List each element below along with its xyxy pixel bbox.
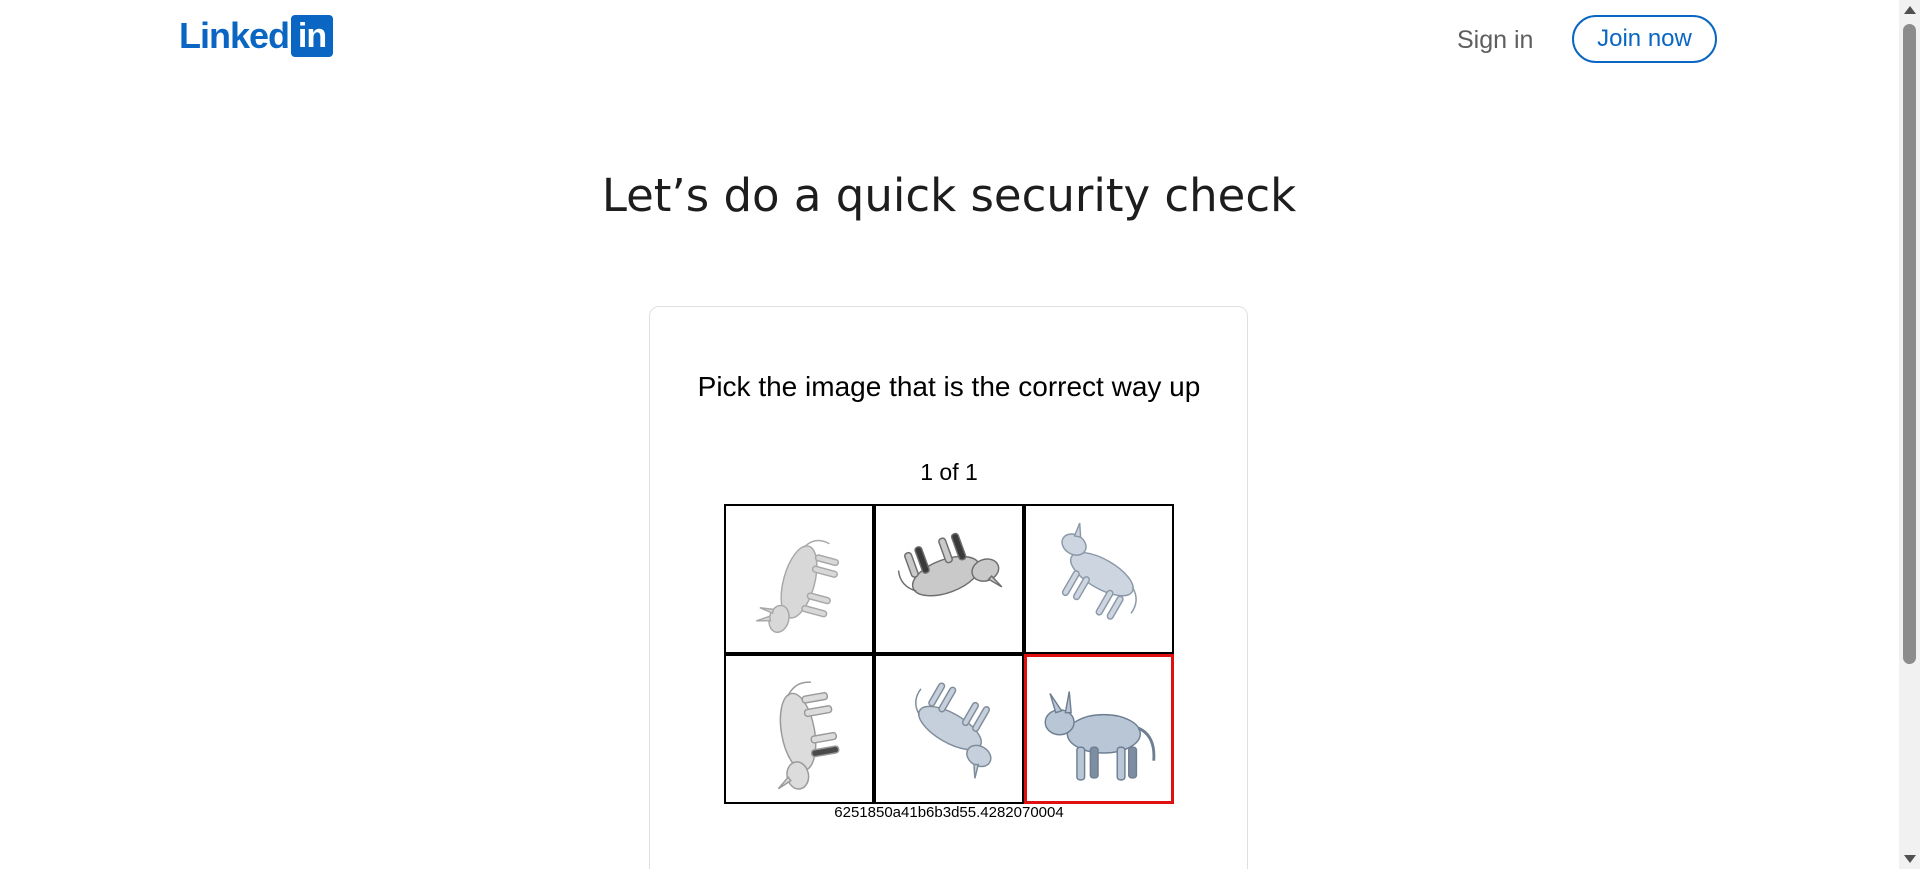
join-now-button[interactable]: Join now xyxy=(1572,15,1717,63)
image-choice-tile-2[interactable] xyxy=(874,504,1024,654)
scroll-down-arrow-icon[interactable] xyxy=(1904,855,1916,863)
challenge-prompt: Pick the image that is the correct way u… xyxy=(0,370,1898,404)
image-choice-tile-1[interactable] xyxy=(724,504,874,654)
donkey-rotated-image xyxy=(777,681,840,790)
linkedin-logo[interactable]: Linked in xyxy=(179,15,334,57)
page: Linked in Sign in Join now Let’s do a qu… xyxy=(0,0,1920,869)
donkey-rotated-image xyxy=(1061,522,1137,620)
session-id: 6251850a41b6b3d55.4282070004 xyxy=(834,804,1064,821)
image-choice-tile-6[interactable] xyxy=(1024,654,1174,804)
scrollbar-thumb[interactable] xyxy=(1903,24,1916,664)
challenge-prompt-text: Pick the image that is the correct way u… xyxy=(697,371,1201,402)
donkey-rotated-image xyxy=(915,682,992,779)
page-scrollbar[interactable] xyxy=(1899,0,1920,869)
page-title: Let’s do a quick security check xyxy=(601,169,1297,222)
image-choice-grid xyxy=(724,504,1174,804)
image-choice-tile-3[interactable] xyxy=(1024,504,1174,654)
donkey-rotated-image xyxy=(897,532,1003,597)
donkey-upright-image xyxy=(1044,691,1156,781)
challenge-progress: 1 of 1 xyxy=(920,459,978,485)
logo-in-box: in xyxy=(291,15,334,57)
scroll-up-arrow-icon[interactable] xyxy=(1904,6,1916,14)
donkey-rotated-image xyxy=(756,539,840,634)
sign-in-button[interactable]: Sign in xyxy=(1447,24,1543,56)
logo-wordmark: Linked xyxy=(179,15,290,56)
image-choice-tile-5[interactable] xyxy=(874,654,1024,804)
image-choice-tile-4[interactable] xyxy=(724,654,874,804)
